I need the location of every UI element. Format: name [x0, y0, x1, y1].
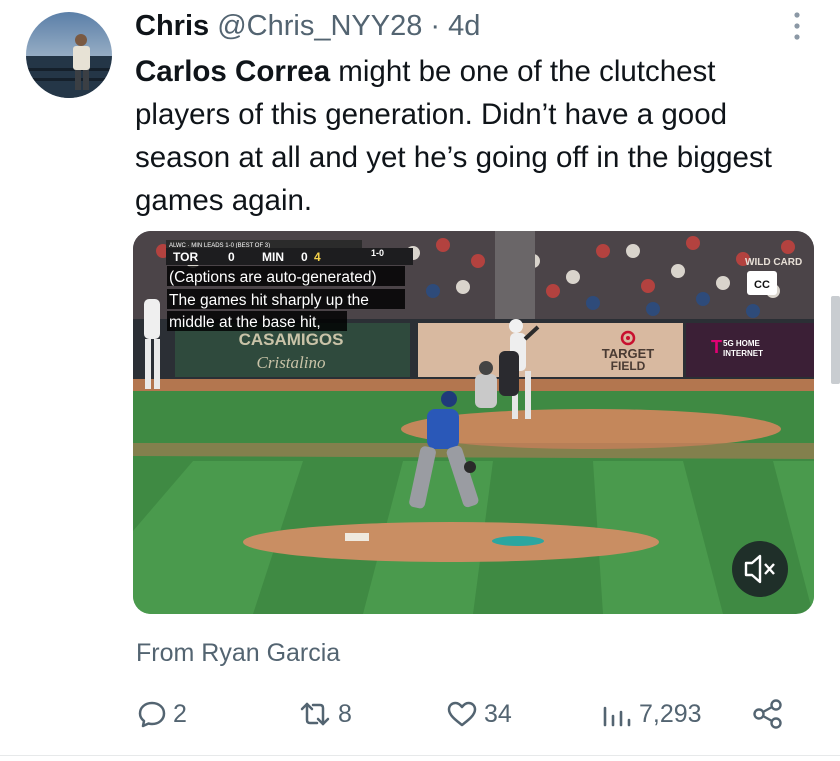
tweet-text: Carlos Correa might be one of the clutch… [135, 50, 815, 222]
scorebug-away-team: TOR [173, 250, 198, 264]
separator: · [430, 10, 441, 42]
like-button[interactable]: 34 [445, 692, 512, 736]
caption-line-1: (Captions are auto-generated) [169, 269, 377, 286]
cc-label: CC [754, 279, 770, 291]
closed-captions-button[interactable]: CC [747, 271, 777, 295]
display-name[interactable]: Chris [135, 10, 209, 42]
views-chart-icon [603, 706, 631, 727]
ad-casamigos-line1: CASAMIGOS [239, 330, 344, 349]
scorebug-away-score: 0 [228, 250, 235, 264]
scorebug-home-score: 0 [301, 250, 308, 264]
view-count: 7,293 [639, 699, 702, 728]
reply-icon [138, 701, 166, 728]
scorebug-inning: 4 [314, 250, 321, 264]
caption-line-2: The games hit sharply up the [169, 292, 369, 309]
scrollbar[interactable] [831, 296, 840, 384]
ad-wildcard: WILD CARD [745, 257, 802, 268]
action-bar: 2 8 34 7,293 [0, 692, 840, 736]
share-icon [753, 699, 782, 729]
retweet-button[interactable]: 8 [297, 692, 352, 736]
retweet-icon [300, 702, 330, 726]
mute-button[interactable] [732, 541, 788, 597]
retweet-count: 8 [338, 699, 352, 728]
tweet-header: Chris @Chris_NYY28 · 4d [135, 8, 480, 44]
svg-text:T: T [711, 337, 722, 357]
avatar[interactable] [26, 12, 112, 98]
video-attribution[interactable]: From Ryan Garcia [136, 636, 340, 670]
tweet-text-bold: Carlos Correa [135, 55, 331, 88]
scorebug-home-team: MIN [262, 250, 284, 264]
caption-line-3: middle at the base hit, [169, 314, 321, 331]
reply-count: 2 [173, 699, 187, 728]
share-button[interactable] [751, 692, 785, 736]
handle[interactable]: @Chris_NYY28 [217, 10, 422, 42]
pitchers-mound [243, 522, 659, 562]
like-count: 34 [484, 699, 512, 728]
ad-tmobile-line1: 5G HOME [723, 339, 761, 348]
ad-tmobile-line2: INTERNET [723, 349, 763, 358]
views-button[interactable]: 7,293 [600, 692, 702, 736]
ad-casamigos-line2: Cristalino [257, 353, 326, 372]
video-player[interactable]: CASAMIGOS Cristalino TARGET FIELD T 5G H… [133, 231, 814, 614]
timestamp[interactable]: 4d [448, 10, 480, 42]
more-options-icon[interactable] [787, 10, 807, 44]
tweet-divider [0, 755, 840, 756]
reply-button[interactable]: 2 [136, 692, 187, 736]
ad-target-line2: FIELD [611, 359, 646, 373]
heart-icon [447, 701, 477, 727]
scorebug-count: 1-0 [371, 248, 384, 258]
